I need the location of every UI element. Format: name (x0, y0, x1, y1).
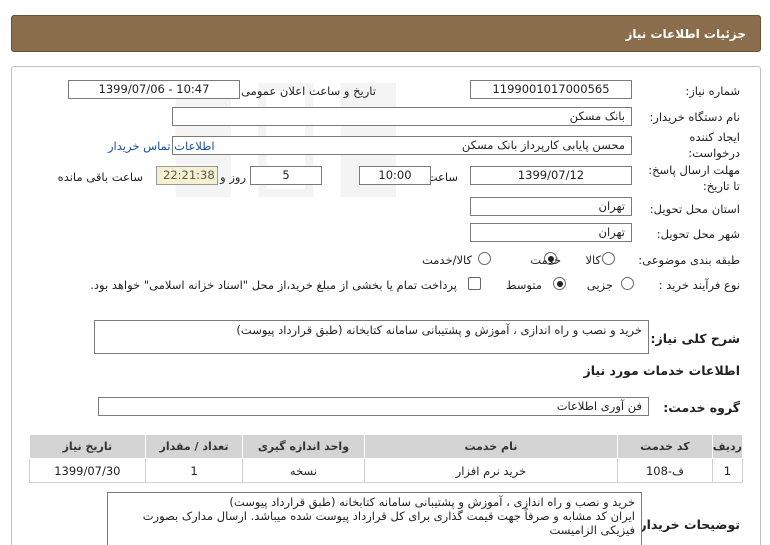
process-radio-medium[interactable] (553, 277, 566, 290)
need-summary-field: خرید و نصب و راه اندازی ، آموزش و پشتیبا… (94, 320, 649, 354)
deadline-time-field: 10:00 (359, 166, 431, 185)
process-option-medium: متوسط (505, 278, 542, 292)
buyer-notes-field: خرید و نصب و راه اندازی ، آموزش و پشتیبا… (107, 492, 642, 545)
col-header-need-date: تاریخ نیاز (29, 434, 146, 459)
need-summary-label: شرح کلی نیاز: (650, 331, 740, 346)
announce-field: 1399/07/06 - 10:47 (68, 80, 240, 99)
services-table: ردیف کد خدمت نام خدمت واحد اندازه گیری ت… (29, 434, 744, 483)
city-label: شهر محل تحویل: (656, 227, 740, 241)
countdown-timer: 22:21:38 (156, 166, 218, 185)
creator-label-2: درخواست: (688, 146, 740, 160)
need-summary-text: خرید و نصب و راه اندازی ، آموزش و پشتیبا… (236, 323, 642, 337)
table-row: 1 ف-108 خرید نرم افزار نسخه 1 1399/07/30 (29, 458, 744, 483)
category-option-goods-service: کالا/خدمت (421, 253, 472, 267)
watermark: ▮▯▮ (162, 41, 410, 215)
cell-row-number: 1 (711, 458, 744, 483)
city-field: تهران (470, 223, 632, 242)
deadline-date-field: 1399/07/12 (470, 166, 632, 185)
buyer-org-label: نام دستگاه خریدار: (649, 110, 740, 124)
creator-label: ایجاد کننده (689, 130, 740, 144)
buyer-notes-line-2: ایران کد مشابه و صرفاً جهت قیمت گذاری بر… (142, 509, 635, 523)
col-header-unit: واحد اندازه گیری (242, 434, 365, 459)
buyer-notes-line-3: فیزیکی الزامیست (549, 523, 635, 537)
deadline-label: مهلت ارسال پاسخ: (648, 163, 740, 177)
process-radio-minor[interactable] (621, 277, 634, 290)
page-title: جزئیات اطلاعات نیاز (625, 27, 746, 41)
province-label: استان محل تحویل: (649, 202, 740, 216)
deadline-label-2: تا تاریخ: (702, 179, 740, 193)
days-label: روز و (220, 170, 246, 184)
need-number-field: 1199001017000565 (470, 80, 632, 99)
remaining-label: ساعت باقی مانده (57, 170, 143, 184)
province-field: تهران (470, 197, 632, 216)
buyer-org-field: بانک مسکن (172, 107, 632, 126)
col-header-service-name: نام خدمت (363, 434, 619, 459)
category-radio-goods[interactable] (602, 252, 615, 265)
category-option-service: خدمت (530, 253, 561, 267)
service-group-label: گروه خدمت: (663, 400, 740, 415)
category-label: طبقه بندی موضوعی: (638, 253, 740, 267)
buyer-notes-label: توضیحات خریدار: (634, 517, 740, 532)
need-number-label: شماره نیاز: (685, 84, 740, 98)
cell-need-date: 1399/07/30 (29, 458, 146, 483)
cell-service-code: ف-108 (617, 458, 713, 483)
contact-buyer-link[interactable]: اطلاعات تماس خریدار (108, 139, 215, 153)
col-header-row-number: ردیف (711, 434, 744, 459)
col-header-service-code: کد خدمت (617, 434, 713, 459)
treasury-payment-note: پرداخت تمام یا بخشی از مبلغ خرید،از محل … (90, 278, 457, 292)
service-group-field: فن آوری اطلاعات (98, 397, 649, 416)
process-type-label: نوع فرآیند خرید : (658, 278, 740, 292)
process-option-minor: جزیی (586, 278, 613, 292)
details-panel: ▮▯▮ شماره نیاز: 1199001017000565 تاریخ و… (11, 41, 761, 545)
creator-field: محسن پایابی کارپرداز بانک مسکن (172, 136, 632, 155)
announce-label: تاریخ و ساعت اعلان عمومی: (237, 84, 376, 98)
category-radio-goods-service[interactable] (478, 252, 491, 265)
cell-unit: نسخه (242, 458, 365, 483)
buyer-notes-line-1: خرید و نصب و راه اندازی ، آموزش و پشتیبا… (229, 495, 635, 509)
treasury-payment-checkbox[interactable] (468, 277, 481, 290)
days-remaining-field: 5 (250, 166, 322, 185)
category-option-goods: کالا (585, 253, 601, 267)
page-header: جزئیات اطلاعات نیاز (11, 15, 761, 52)
services-section-title: اطلاعات خدمات مورد نیاز (583, 363, 741, 378)
table-header-row: ردیف کد خدمت نام خدمت واحد اندازه گیری ت… (29, 434, 744, 459)
deadline-time-label: ساعت (426, 170, 458, 184)
cell-service-name: خرید نرم افزار (363, 458, 619, 483)
cell-quantity: 1 (144, 458, 244, 483)
col-header-quantity: تعداد / مقدار (144, 434, 244, 459)
